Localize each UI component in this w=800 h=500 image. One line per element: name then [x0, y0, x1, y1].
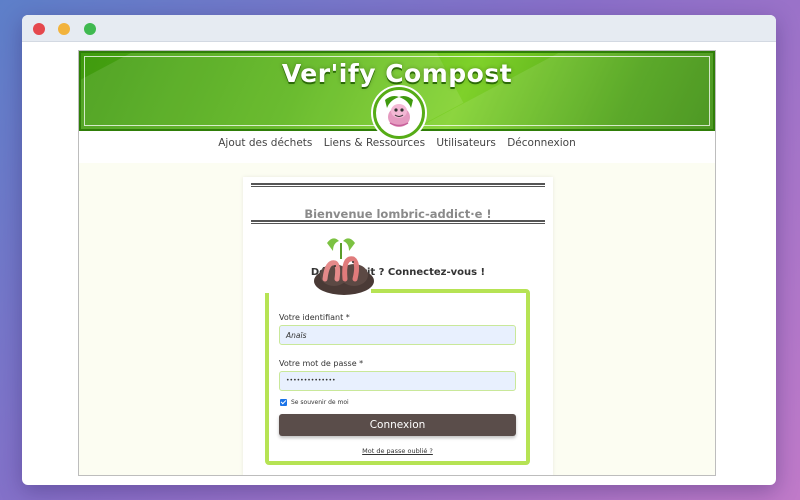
connexion-button[interactable]: Connexion — [279, 414, 516, 436]
nav-item-liens-ressources[interactable]: Liens & Ressources — [324, 137, 425, 149]
nav-item-utilisateurs[interactable]: Utilisateurs — [436, 137, 495, 149]
main-nav: Ajout des déchets Liens & Ressources Uti… — [79, 137, 715, 149]
browser-window: Ver'ify Compost Ajout des déchets Liens … — [22, 15, 776, 485]
window-titlebar — [22, 15, 776, 42]
remember-me-checkbox[interactable] — [280, 399, 287, 406]
remember-me-label: Se souvenir de moi — [291, 399, 349, 406]
remember-me-row: Se souvenir de moi — [280, 399, 349, 406]
login-form: Votre identifiant * Anaïs Votre mot de p… — [265, 289, 530, 465]
maximize-window-button[interactable] — [84, 23, 96, 35]
login-card: Bienvenue lombric-addict·e ! Déjà inscri… — [243, 177, 553, 475]
site-title: Ver'ify Compost — [281, 59, 513, 88]
password-input[interactable]: •••••••••••••• — [279, 371, 516, 391]
minimize-window-button[interactable] — [58, 23, 70, 35]
web-page: Ver'ify Compost Ajout des déchets Liens … — [78, 50, 716, 476]
forgot-password-link[interactable]: Mot de passe oublié ? — [269, 447, 526, 455]
username-input[interactable]: Anaïs — [279, 325, 516, 345]
nav-item-ajout-dechets[interactable]: Ajout des déchets — [218, 137, 312, 149]
username-label: Votre identifiant * — [279, 313, 350, 322]
divider — [251, 220, 545, 224]
password-label: Votre mot de passe * — [279, 359, 364, 368]
close-window-button[interactable] — [33, 23, 45, 35]
nav-item-deconnexion[interactable]: Déconnexion — [507, 137, 576, 149]
worm-mascot-icon[interactable] — [373, 87, 425, 139]
welcome-message: Bienvenue lombric-addict·e ! — [304, 207, 492, 221]
divider — [251, 183, 545, 187]
login-heading: Déjà inscrit ? Connectez-vous ! — [310, 267, 486, 278]
worms-pile-icon — [309, 235, 379, 299]
